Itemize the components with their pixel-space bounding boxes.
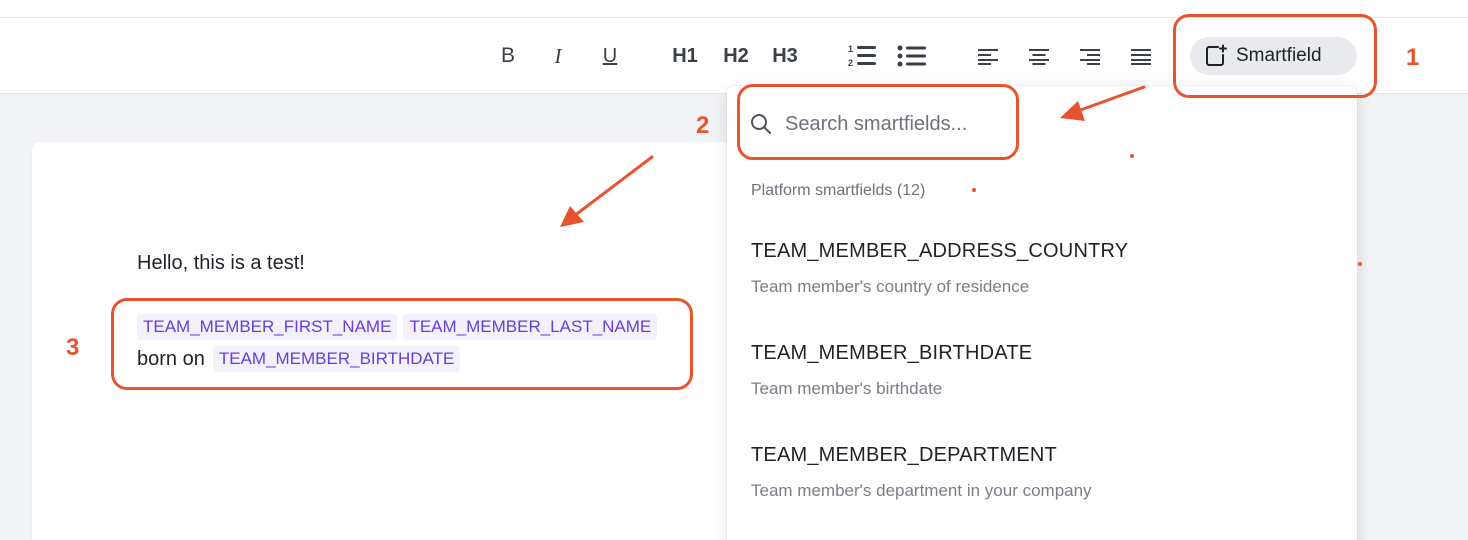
annotation-arrow-3: [572, 155, 654, 218]
annotation-arrow-2-head: [1060, 101, 1085, 121]
annotation-arrow-3-head: [560, 206, 584, 227]
annotation-arrow-2: [1073, 85, 1146, 114]
annotation-arrows: [560, 85, 1146, 227]
